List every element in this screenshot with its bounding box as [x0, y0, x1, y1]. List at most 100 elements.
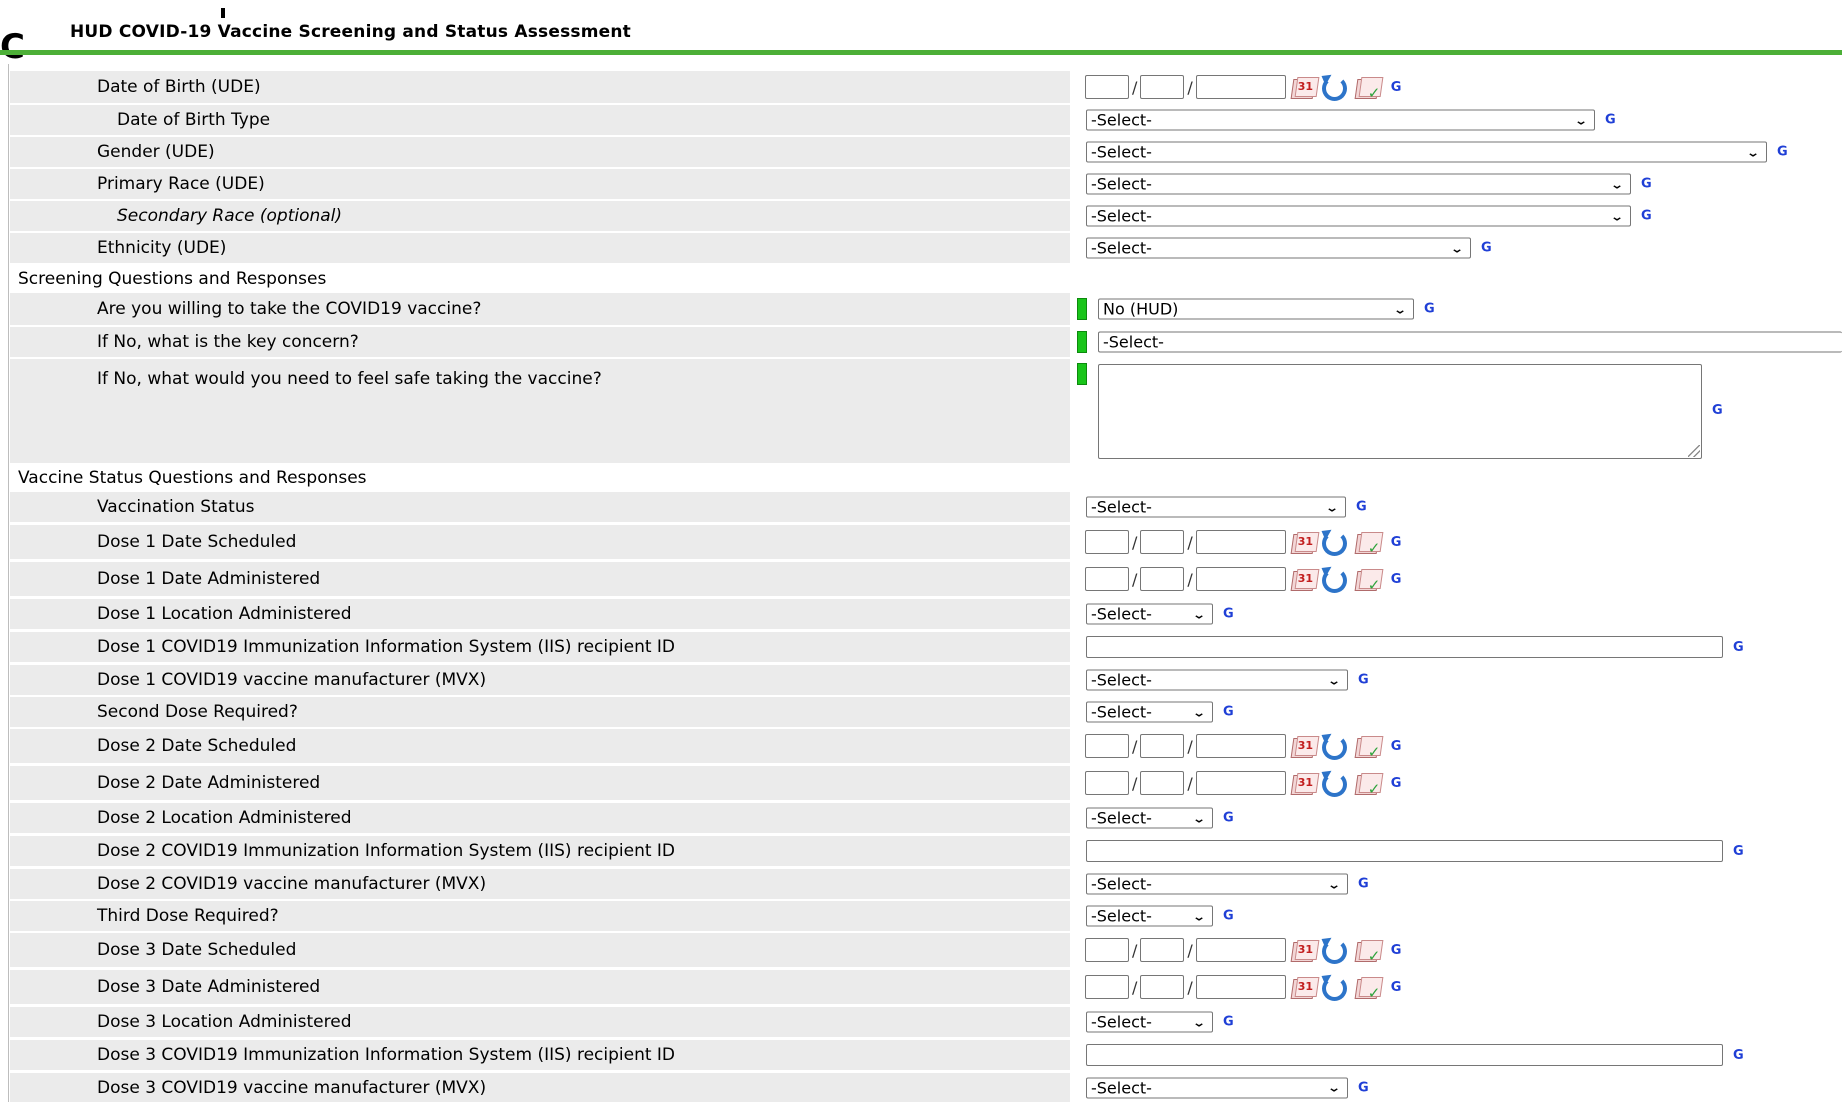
section-heading-screening: Screening Questions and Responses [18, 269, 327, 289]
history-link[interactable]: G [1391, 535, 1402, 550]
calendar-icon[interactable]: 31 [1290, 568, 1320, 591]
history-link[interactable]: G [1391, 80, 1402, 95]
dose3-location-select[interactable]: -Select- ⌄ [1086, 1011, 1213, 1033]
dob-type-select[interactable]: -Select- ⌄ [1086, 109, 1595, 131]
day-input[interactable] [1140, 975, 1185, 999]
dose1-location-select[interactable]: -Select- ⌄ [1086, 603, 1213, 625]
field-label: Gender (UDE) [97, 142, 215, 162]
feel-safe-textarea[interactable] [1098, 364, 1702, 459]
history-link[interactable]: G [1391, 572, 1402, 587]
month-input[interactable] [1085, 771, 1129, 795]
history-link[interactable]: G [1223, 1015, 1234, 1030]
history-link[interactable]: G [1223, 909, 1234, 924]
history-link[interactable]: G [1641, 209, 1652, 224]
row-dose2-administered: Dose 2 Date Administered / / 31 ✓ G [10, 766, 1842, 800]
history-link[interactable]: G [1391, 776, 1402, 791]
refresh-icon[interactable] [1318, 70, 1347, 101]
year-input[interactable] [1195, 530, 1286, 554]
history-link[interactable]: G [1481, 241, 1492, 256]
calendar-check-icon[interactable]: ✓ [1354, 735, 1384, 761]
dose1-iis-input[interactable] [1086, 636, 1723, 658]
chevron-down-icon: ⌄ [1191, 1015, 1207, 1029]
refresh-icon[interactable] [1318, 525, 1347, 556]
second-dose-select[interactable]: -Select- ⌄ [1086, 701, 1213, 723]
calendar-check-icon[interactable]: ✓ [1354, 939, 1384, 965]
field-label: Dose 1 Date Scheduled [97, 532, 297, 552]
primary-race-select[interactable]: -Select- ⌄ [1086, 173, 1631, 195]
year-input[interactable] [1195, 567, 1286, 591]
year-input[interactable] [1195, 975, 1286, 999]
history-link[interactable]: G [1356, 500, 1367, 515]
chevron-down-icon: ⌄ [1609, 177, 1625, 191]
refresh-icon[interactable] [1318, 933, 1347, 964]
year-input[interactable] [1195, 938, 1286, 962]
refresh-icon[interactable] [1318, 562, 1347, 593]
history-link[interactable]: G [1605, 113, 1616, 128]
dose3-iis-input[interactable] [1086, 1044, 1723, 1066]
dose1-mvx-select[interactable]: -Select- ⌄ [1086, 669, 1348, 691]
history-link[interactable]: G [1391, 980, 1402, 995]
calendar-icon[interactable]: 31 [1290, 939, 1320, 962]
calendar-check-icon[interactable]: ✓ [1354, 976, 1384, 1002]
history-link[interactable]: G [1641, 177, 1652, 192]
dose2-mvx-select[interactable]: -Select- ⌄ [1086, 873, 1348, 895]
history-link[interactable]: G [1358, 877, 1369, 892]
field-label: Dose 3 Date Scheduled [97, 940, 297, 960]
secondary-race-select[interactable]: -Select- ⌄ [1086, 205, 1631, 227]
ethnicity-select[interactable]: -Select- ⌄ [1086, 237, 1471, 259]
history-link[interactable]: G [1223, 811, 1234, 826]
day-input[interactable] [1140, 567, 1185, 591]
calendar-icon[interactable]: 31 [1290, 976, 1320, 999]
history-link[interactable]: G [1391, 943, 1402, 958]
date-separator: / [1132, 77, 1138, 97]
history-link[interactable]: G [1424, 302, 1435, 317]
dose2-location-select[interactable]: -Select- ⌄ [1086, 807, 1213, 829]
refresh-icon[interactable] [1318, 766, 1347, 797]
history-link[interactable]: G [1712, 403, 1723, 418]
calendar-check-icon[interactable]: ✓ [1354, 531, 1384, 557]
day-input[interactable] [1140, 938, 1185, 962]
month-input[interactable] [1085, 530, 1129, 554]
vaccination-status-select[interactable]: -Select- ⌄ [1086, 496, 1346, 518]
day-input[interactable] [1140, 734, 1185, 758]
history-link[interactable]: G [1733, 844, 1744, 859]
calendar-check-icon[interactable]: ✓ [1354, 76, 1384, 102]
calendar-check-icon[interactable]: ✓ [1354, 772, 1384, 798]
day-input[interactable] [1140, 771, 1185, 795]
refresh-icon[interactable] [1318, 970, 1347, 1001]
history-link[interactable]: G [1733, 640, 1744, 655]
history-link[interactable]: G [1733, 1048, 1744, 1063]
row-willing: Are you willing to take the COVID19 vacc… [10, 293, 1842, 325]
history-link[interactable]: G [1358, 673, 1369, 688]
month-input[interactable] [1085, 975, 1129, 999]
calendar-icon[interactable]: 31 [1290, 76, 1320, 99]
gender-select[interactable]: -Select- ⌄ [1086, 141, 1767, 163]
key-concern-select[interactable]: -Select- [1098, 331, 1842, 353]
calendar-check-icon[interactable]: ✓ [1354, 568, 1384, 594]
dose2-iis-input[interactable] [1086, 840, 1723, 862]
month-input[interactable] [1085, 938, 1129, 962]
day-input[interactable] [1140, 530, 1185, 554]
month-input[interactable] [1085, 75, 1129, 99]
history-link[interactable]: G [1391, 739, 1402, 754]
third-dose-select[interactable]: -Select- ⌄ [1086, 905, 1213, 927]
row-label-bg: Date of Birth (UDE) [10, 71, 1070, 103]
history-link[interactable]: G [1223, 705, 1234, 720]
month-input[interactable] [1085, 567, 1129, 591]
refresh-icon[interactable] [1318, 729, 1347, 760]
resize-handle-icon[interactable] [1688, 445, 1700, 457]
history-link[interactable]: G [1777, 145, 1788, 160]
month-input[interactable] [1085, 734, 1129, 758]
calendar-icon[interactable]: 31 [1290, 735, 1320, 758]
dose3-mvx-select[interactable]: -Select- ⌄ [1086, 1077, 1348, 1098]
form-title: HUD COVID-19 Vaccine Screening and Statu… [70, 22, 631, 42]
willing-select[interactable]: No (HUD) ⌄ [1098, 298, 1414, 320]
year-input[interactable] [1195, 771, 1286, 795]
year-input[interactable] [1195, 75, 1286, 99]
calendar-icon[interactable]: 31 [1290, 772, 1320, 795]
year-input[interactable] [1195, 734, 1286, 758]
history-link[interactable]: G [1358, 1080, 1369, 1095]
history-link[interactable]: G [1223, 607, 1234, 622]
calendar-icon[interactable]: 31 [1290, 531, 1320, 554]
day-input[interactable] [1140, 75, 1185, 99]
